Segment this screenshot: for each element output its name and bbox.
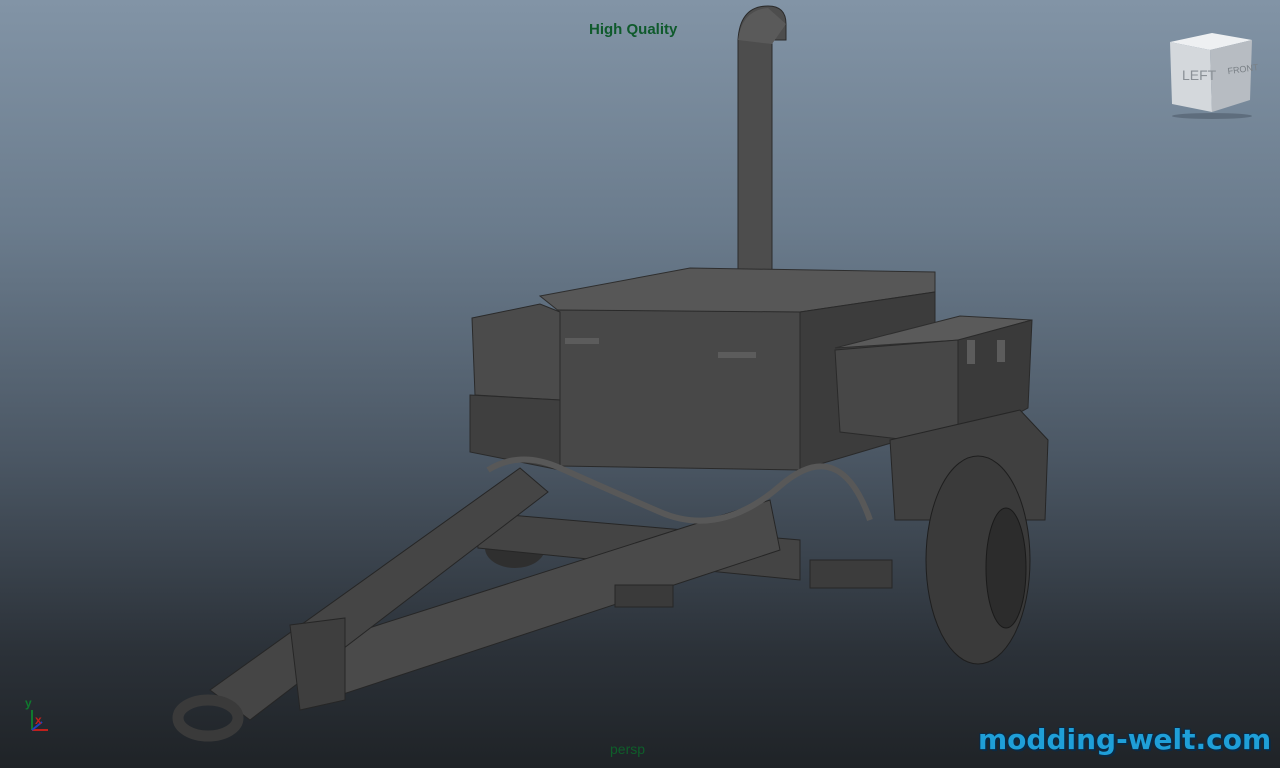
left-toolbox [471, 303, 561, 401]
axis-y-label: y [25, 696, 32, 710]
jack-handle [614, 584, 674, 608]
axis-indicator: y x [24, 696, 64, 740]
latch [718, 352, 756, 358]
watermark-text: modding-welt.com [978, 723, 1272, 756]
latch [997, 340, 1005, 362]
axis-x-label: x [35, 713, 42, 727]
support-jack [809, 559, 893, 589]
tow-ring [172, 694, 244, 742]
generator-trailer-model[interactable] [0, 0, 1280, 768]
camera-name-label: persp [610, 741, 646, 757]
wheel-rim [985, 507, 1027, 629]
3d-viewport[interactable]: High Quality LEFT FRONT y x persp moddin… [0, 0, 1280, 768]
hitch-box [289, 617, 346, 711]
latch [565, 338, 599, 344]
latch [967, 340, 975, 364]
housing-front [557, 309, 801, 471]
exhaust-pipe [737, 5, 787, 283]
